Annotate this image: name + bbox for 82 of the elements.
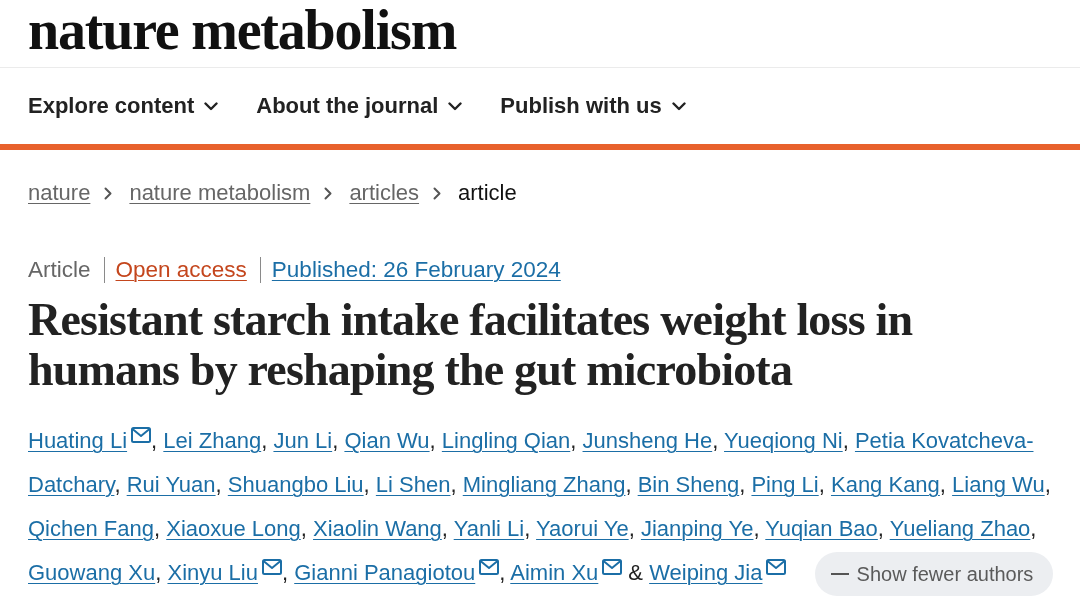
author-separator: , xyxy=(281,560,289,585)
author-separator: , xyxy=(429,428,436,453)
author-link[interactable]: Jun Li xyxy=(273,428,333,453)
author-separator: , xyxy=(524,516,531,541)
author-link[interactable]: Mingliang Zhang xyxy=(462,472,626,497)
author-separator: , xyxy=(818,472,825,497)
publication-date-link[interactable]: Published: 26 February 2024 xyxy=(271,255,561,285)
envelope-icon[interactable] xyxy=(766,559,787,575)
author-separator: , xyxy=(842,428,849,453)
author-link[interactable]: Bin Sheng xyxy=(637,472,740,497)
author-separator: , xyxy=(363,472,370,497)
author-link[interactable]: Li Shen xyxy=(375,472,451,497)
envelope-icon[interactable] xyxy=(261,559,282,575)
author-separator: , xyxy=(450,472,457,497)
author-link[interactable]: Aimin Xu xyxy=(510,560,599,585)
author-separator: , xyxy=(939,472,946,497)
article-title: Resistant starch intake facilitates weight loss in humans by reshaping the gut microbiota xyxy=(28,295,914,395)
breadcrumb-current: article xyxy=(458,179,517,207)
author-separator: , xyxy=(441,516,448,541)
breadcrumb-link[interactable]: nature metabolism xyxy=(129,178,311,208)
author-separator: , xyxy=(570,428,577,453)
chevron-down-icon xyxy=(671,101,686,111)
author-separator: , xyxy=(300,516,307,541)
author-separator: , xyxy=(151,428,158,453)
author-link[interactable]: Datchary xyxy=(28,472,115,497)
chevron-right-icon xyxy=(324,186,333,200)
author-link[interactable]: Lingling Qian xyxy=(441,428,571,453)
nav-menu-button[interactable]: Explore content xyxy=(28,91,219,121)
author-link[interactable]: Yaorui Ye xyxy=(536,516,629,541)
author-link[interactable]: Yanli Li xyxy=(453,516,525,541)
author-link[interactable]: Yueliang Zhao xyxy=(889,516,1031,541)
author-separator: , xyxy=(1030,516,1037,541)
author-link[interactable]: Ping Li xyxy=(751,472,819,497)
show-fewer-authors-button[interactable]: Show fewer authors xyxy=(814,552,1054,597)
author-separator: & xyxy=(628,560,643,585)
chevron-right-icon xyxy=(104,186,113,200)
envelope-icon[interactable] xyxy=(131,427,152,443)
author-separator: , xyxy=(261,428,268,453)
author-link[interactable]: Petia Kovatcheva- xyxy=(854,428,1034,453)
journal-logo[interactable]: nature metabolism xyxy=(28,2,457,58)
author-link[interactable]: Huating Li xyxy=(28,428,128,453)
author-link[interactable]: Weiping Jia xyxy=(649,560,763,585)
author-separator: , xyxy=(215,472,222,497)
author-link[interactable]: Lei Zhang xyxy=(163,428,262,453)
author-link[interactable]: Guowang Xu xyxy=(28,560,156,585)
author-link[interactable]: Xiaoxue Long xyxy=(166,516,301,541)
author-link[interactable]: Qichen Fang xyxy=(28,516,154,541)
envelope-icon[interactable] xyxy=(479,559,500,575)
author-separator: , xyxy=(628,516,635,541)
author-separator: , xyxy=(1044,472,1051,497)
nav-menu-button[interactable]: About the journal xyxy=(256,91,463,121)
author-link[interactable]: Kang Kang xyxy=(830,472,940,497)
chevron-down-icon xyxy=(204,101,219,111)
chevron-down-icon xyxy=(448,101,463,111)
author-link[interactable]: Yuqian Bao xyxy=(765,516,878,541)
chevron-right-icon xyxy=(433,186,442,200)
author-link[interactable]: Jianping Ye xyxy=(640,516,754,541)
author-link[interactable]: Gianni Panagiotou xyxy=(294,560,476,585)
author-separator: , xyxy=(155,560,162,585)
author-separator: , xyxy=(332,428,339,453)
author-separator: , xyxy=(625,472,632,497)
author-separator: , xyxy=(877,516,884,541)
open-access-link[interactable]: Open access xyxy=(115,255,247,285)
author-link[interactable]: Qian Wu xyxy=(344,428,430,453)
nav-menu-button[interactable]: Publish with us xyxy=(500,91,686,121)
article-type-label: Article xyxy=(28,256,91,284)
author-separator: , xyxy=(153,516,161,541)
author-link[interactable]: Xiaolin Wang xyxy=(313,516,442,541)
breadcrumb-link[interactable]: nature xyxy=(28,178,91,208)
author-separator: , xyxy=(739,472,746,497)
author-link[interactable]: Shuangbo Liu xyxy=(227,472,364,497)
breadcrumb-link[interactable]: articles xyxy=(349,178,420,208)
author-link[interactable]: Rui Yuan xyxy=(126,472,216,497)
envelope-icon[interactable] xyxy=(602,559,623,575)
author-link[interactable]: Liang Wu xyxy=(952,472,1045,497)
author-link[interactable]: Junsheng He xyxy=(582,428,713,453)
author-link[interactable]: Xinyu Liu xyxy=(167,560,258,585)
author-link[interactable]: Yueqiong Ni xyxy=(724,428,843,453)
author-separator: , xyxy=(114,472,121,497)
author-separator: , xyxy=(499,560,506,585)
author-separator: , xyxy=(712,428,719,453)
author-separator: , xyxy=(753,516,760,541)
